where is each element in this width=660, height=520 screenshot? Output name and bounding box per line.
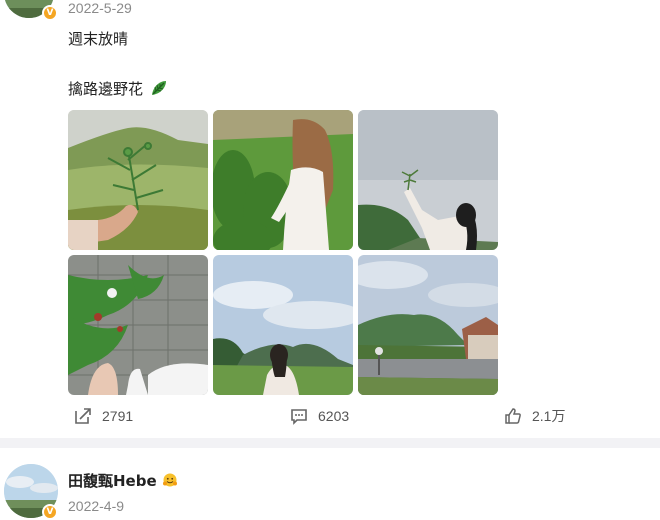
repost-button[interactable]: 2791 <box>74 403 133 429</box>
photo-5[interactable] <box>213 255 353 395</box>
comment-icon <box>291 409 307 425</box>
post-text-line2-label: 擒路邊野花 <box>68 80 144 98</box>
author-name-label: 田馥甄Hebe <box>68 472 157 490</box>
photo-1[interactable] <box>68 110 208 250</box>
photo-2[interactable] <box>213 110 353 250</box>
photo-6[interactable] <box>358 255 498 395</box>
post-card: V 田馥甄Hebe 2022-4-9 <box>0 448 660 520</box>
hugging-face-emoji-icon <box>162 472 178 492</box>
photo-grid <box>68 110 498 396</box>
post-text-line2: 擒路邊野花 <box>68 78 168 101</box>
post-card: V 2022-5-29 週末放晴 擒路邊野花 2791 6203 2.1万 <box>0 0 660 438</box>
post-text-line1: 週末放晴 <box>68 30 129 48</box>
comment-button[interactable]: 6203 <box>290 403 349 429</box>
comment-count: 6203 <box>318 408 350 424</box>
author-name[interactable]: 田馥甄Hebe <box>68 470 178 492</box>
like-count: 2.1万 <box>532 408 566 424</box>
thumbs-up-icon <box>505 408 521 424</box>
verified-badge-icon: V <box>42 5 58 21</box>
repost-icon <box>75 408 91 424</box>
leaf-emoji-icon <box>150 79 168 101</box>
photo-4[interactable] <box>68 255 208 395</box>
post-date[interactable]: 2022-5-29 <box>68 0 132 16</box>
post-date[interactable]: 2022-4-9 <box>68 498 124 514</box>
verified-badge-icon: V <box>42 504 58 520</box>
action-bar: 2791 6203 2.1万 <box>0 403 660 429</box>
repost-count: 2791 <box>102 408 134 424</box>
photo-3[interactable] <box>358 110 498 250</box>
like-button[interactable]: 2.1万 <box>504 403 565 429</box>
